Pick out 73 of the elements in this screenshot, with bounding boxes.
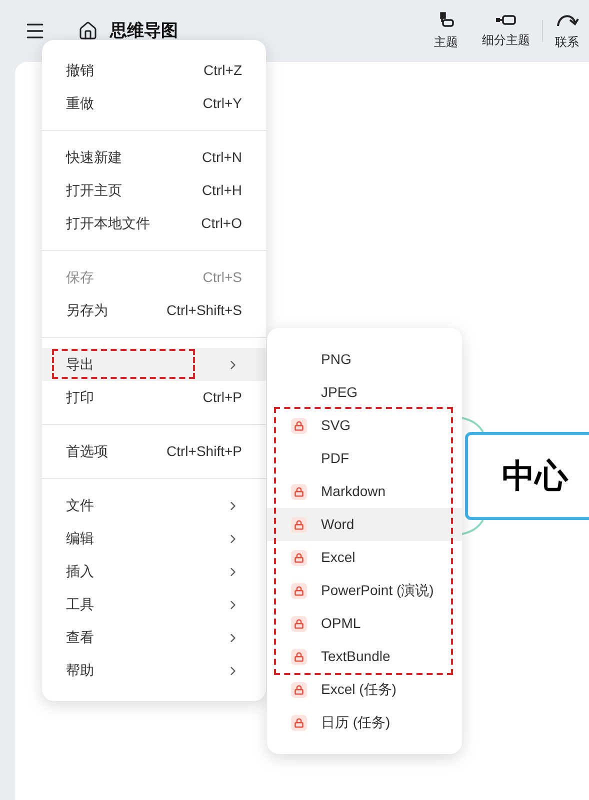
menu-item[interactable]: 帮助: [42, 654, 266, 687]
toolbar-button[interactable]: 主题: [434, 11, 458, 51]
toolbar-button[interactable]: 细分主题: [482, 13, 530, 49]
app-title: 思维导图: [110, 20, 178, 42]
shortcut-label: Ctrl+Shift+S: [166, 301, 242, 320]
menu-item[interactable]: 编辑: [42, 522, 266, 555]
export-item-label: Excel: [321, 548, 356, 567]
menu-item[interactable]: 工具: [42, 588, 266, 621]
menu-item[interactable]: 文件: [42, 489, 266, 522]
export-item-label: PowerPoint (演说): [321, 581, 434, 600]
export-item[interactable]: OPML: [267, 607, 462, 640]
menu-item-label: 打印: [66, 388, 94, 407]
export-item[interactable]: Excel: [267, 541, 462, 574]
export-item[interactable]: PDF: [267, 442, 462, 475]
menu-item-label: 查看: [66, 628, 94, 647]
menu-item-label: 另存为: [66, 301, 108, 320]
shortcut-label: Ctrl+Shift+P: [166, 442, 242, 461]
menu-item-label: 打开主页: [66, 181, 122, 200]
connector-line: [462, 520, 484, 535]
menu-item[interactable]: 查看: [42, 621, 266, 654]
menu-item[interactable]: 另存为 Ctrl+Shift+S: [42, 294, 266, 327]
connector-line: [462, 417, 484, 432]
export-item[interactable]: TextBundle: [267, 640, 462, 673]
export-item[interactable]: SVG: [267, 409, 462, 442]
export-item-label: PNG: [321, 350, 352, 369]
export-item-label: 日历 (任务): [321, 713, 390, 732]
export-item-label: JPEG: [321, 383, 358, 402]
shortcut-label: Ctrl+Y: [202, 94, 242, 113]
menu-item[interactable]: 撤销 Ctrl+Z: [42, 54, 266, 87]
subtopic-icon: [495, 13, 517, 27]
menu-item[interactable]: 快速新建 Ctrl+N: [42, 141, 266, 174]
menu-item[interactable]: 导出: [42, 348, 266, 381]
menu-item[interactable]: 打开主页 Ctrl+H: [42, 174, 266, 207]
export-item-label: Markdown: [321, 482, 386, 501]
menu-item-label: 编辑: [66, 529, 94, 548]
menu-item-label: 文件: [66, 496, 94, 515]
menu-item-label: 插入: [66, 562, 94, 581]
export-item[interactable]: PowerPoint (演说): [267, 574, 462, 607]
export-item-label: Excel (任务): [321, 680, 396, 699]
shortcut-label: Ctrl+P: [202, 388, 242, 407]
export-item[interactable]: PNG: [267, 343, 462, 376]
menu-item-label: 工具: [66, 595, 94, 614]
menu-item-label: 首选项: [66, 442, 108, 461]
export-item[interactable]: Word: [267, 508, 462, 541]
export-item[interactable]: Markdown: [267, 475, 462, 508]
menu-item-label: 重做: [66, 94, 94, 113]
export-item-label: OPML: [321, 614, 361, 633]
toolbar-button[interactable]: 联系: [555, 11, 579, 51]
menu-item-label: 撤销: [66, 61, 94, 80]
export-item-label: PDF: [321, 449, 349, 468]
menu-item-label: 导出: [66, 355, 94, 374]
menu-item[interactable]: 打印 Ctrl+P: [42, 381, 266, 414]
menu-item-label: 帮助: [66, 661, 94, 680]
export-item[interactable]: Excel (任务): [267, 673, 462, 706]
shortcut-label: Ctrl+S: [202, 268, 242, 287]
export-item-label: Word: [321, 515, 354, 534]
shortcut-label: Ctrl+O: [201, 214, 242, 233]
export-item-label: SVG: [321, 416, 351, 435]
menu-item-label: 保存: [66, 268, 94, 287]
central-topic-node[interactable]: 中心: [465, 432, 589, 520]
shortcut-label: Ctrl+H: [202, 181, 242, 200]
shortcut-label: Ctrl+Z: [204, 61, 242, 80]
export-item[interactable]: JPEG: [267, 376, 462, 409]
menu-item[interactable]: 打开本地文件 Ctrl+O: [42, 207, 266, 240]
export-item-label: TextBundle: [321, 647, 390, 666]
shortcut-label: Ctrl+N: [202, 148, 242, 167]
export-item[interactable]: 日历 (任务): [267, 706, 462, 739]
menu-item[interactable]: 首选项 Ctrl+Shift+P: [42, 435, 266, 468]
menu-item-label: 打开本地文件: [66, 214, 150, 233]
menu-item[interactable]: 重做 Ctrl+Y: [42, 87, 266, 120]
home-icon[interactable]: [78, 21, 98, 41]
menu-item-label: 快速新建: [66, 148, 122, 167]
menu-item[interactable]: 插入: [42, 555, 266, 588]
